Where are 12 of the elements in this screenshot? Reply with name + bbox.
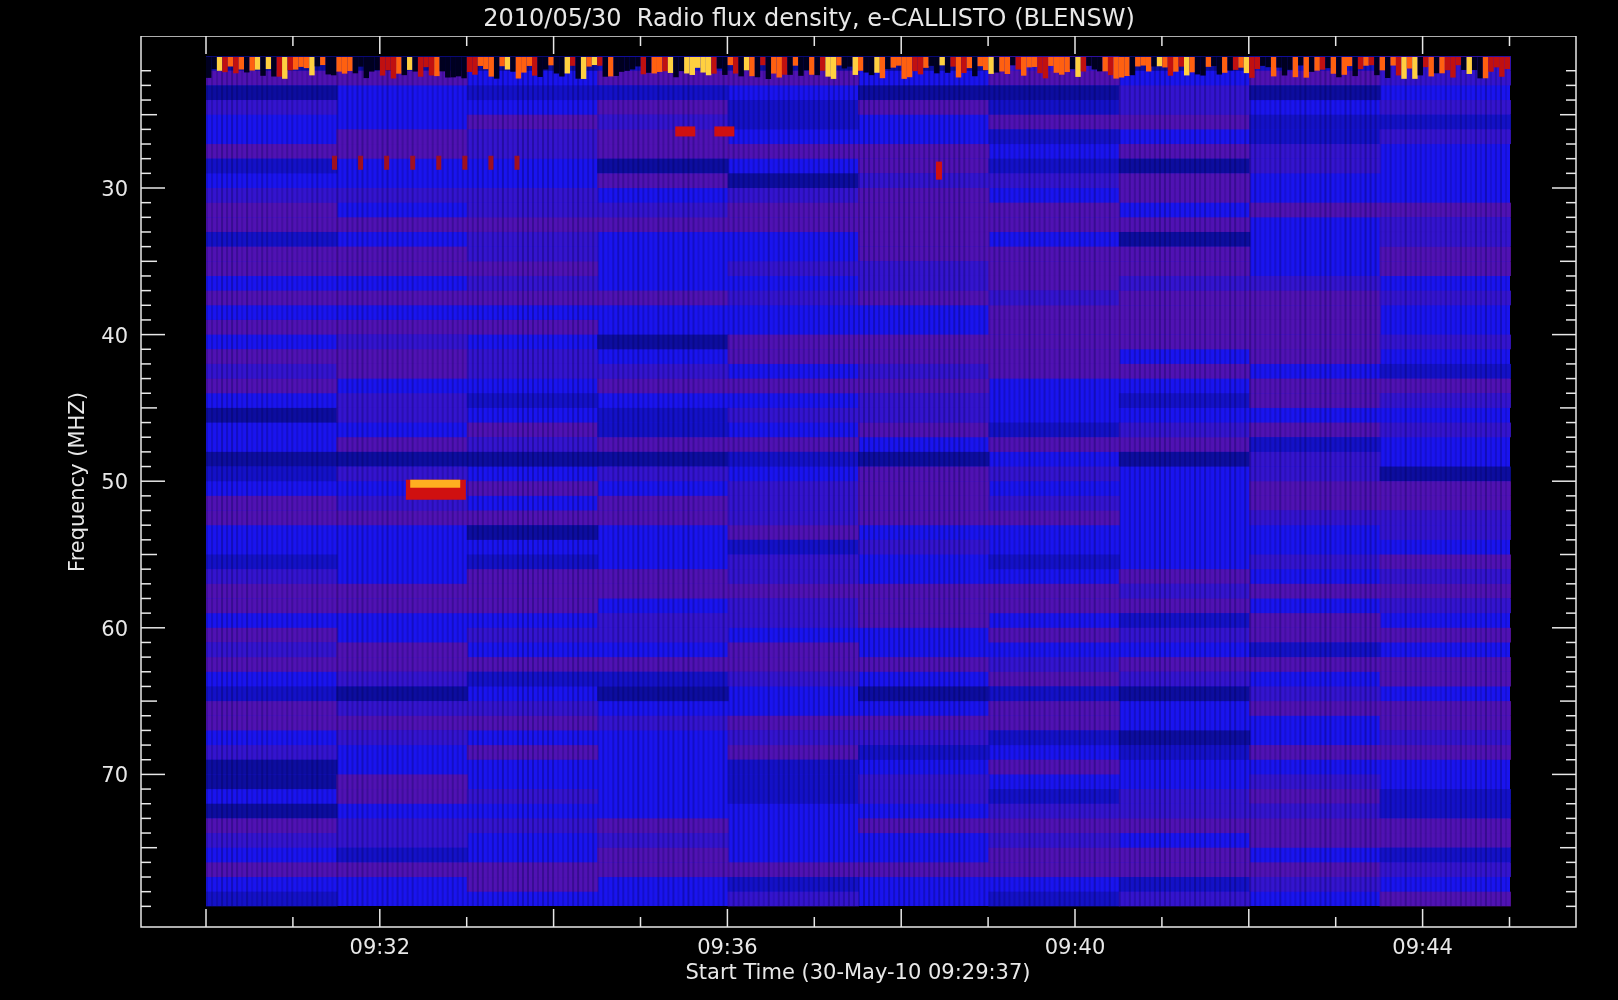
x-tick-label: 09:32 [349,935,411,959]
y-tick-label: 70 [101,763,128,788]
y-tick-label: 50 [101,470,128,495]
y-tick-label: 30 [101,177,128,201]
x-tick-label: 09:36 [697,935,758,959]
chart-title: 2010/05/30 Radio flux density, e-CALLISTO (BLENSW) [483,6,1135,30]
y-tick-label: 40 [101,323,128,348]
x-tick-label: 09:44 [1392,935,1453,959]
y-tick-label: 60 [101,616,128,641]
y-axis-label: Frequency (MHZ) [65,392,89,572]
x-tick-label: 09:40 [1044,935,1106,959]
x-axis-label: Start Time (30-May-10 09:29:37) [685,960,1031,984]
